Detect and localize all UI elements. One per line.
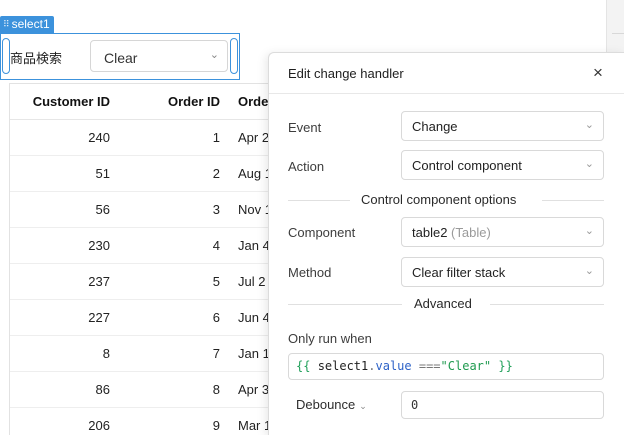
cell-customer-id: 227 xyxy=(88,310,110,325)
chevron-down-icon: ⌄ xyxy=(584,225,594,237)
resize-handle-right[interactable] xyxy=(230,38,238,74)
code-property: value xyxy=(375,359,412,373)
code-open-brace: {{ xyxy=(296,359,311,373)
cell-order-id: 9 xyxy=(212,418,220,433)
cell-order-id: 4 xyxy=(212,238,220,253)
advanced-section: Advanced xyxy=(288,296,604,312)
resize-handle-left[interactable] xyxy=(2,38,10,74)
chevron-down-icon: ⌄ xyxy=(359,401,367,411)
component-name: table2 xyxy=(412,225,448,240)
cell-customer-id: 8 xyxy=(102,346,110,361)
table-row[interactable]: 227 6 Jun 4 xyxy=(10,300,279,336)
only-run-when-input[interactable]: {{ select1.value ==="Clear" }} xyxy=(288,353,604,380)
component-select[interactable]: table2 (Table) ⌄ xyxy=(401,217,604,247)
cell-order-id: 6 xyxy=(212,310,220,325)
code-close-brace: }} xyxy=(498,359,513,373)
debounce-value: 0 xyxy=(411,398,419,412)
method-label: Method xyxy=(288,265,332,280)
select-field-label: 商品検索 xyxy=(10,51,63,66)
table-row[interactable]: 240 1 Apr 2 xyxy=(10,120,279,156)
select-value: Clear xyxy=(104,50,138,66)
component-value: table2 (Table) xyxy=(412,225,491,240)
modal-header: Edit change handler × xyxy=(269,53,624,94)
action-select[interactable]: Control component ⌄ xyxy=(401,150,604,180)
edit-handler-modal: Edit change handler × Event Change ⌄ Act… xyxy=(268,52,624,435)
code-operator: === xyxy=(418,359,441,373)
event-label: Event xyxy=(288,120,322,135)
product-search-select[interactable]: Clear ⌄ xyxy=(90,40,228,72)
cell-customer-id: 51 xyxy=(95,166,110,181)
component-name-label: select1 xyxy=(11,17,50,31)
chevron-down-icon: ⌄ xyxy=(209,49,219,61)
code-dot: . xyxy=(368,359,376,373)
action-label: Action xyxy=(288,159,325,174)
chevron-down-icon: ⌄ xyxy=(584,119,594,131)
table-row[interactable]: 237 5 Jul 2 xyxy=(10,264,279,300)
component-name-tag[interactable]: ⠿ select1 xyxy=(0,16,54,33)
cell-customer-id: 206 xyxy=(88,418,110,433)
debounce-input[interactable]: 0 xyxy=(401,391,604,419)
drag-grip-icon[interactable]: ⠿ xyxy=(3,16,10,33)
close-icon[interactable]: × xyxy=(593,64,603,81)
table-row[interactable]: 51 2 Aug 1 xyxy=(10,156,279,192)
cell-customer-id: 86 xyxy=(95,382,110,397)
cell-order-id: 2 xyxy=(212,166,220,181)
cell-customer-id: 240 xyxy=(88,130,110,145)
section-divider-left xyxy=(288,200,350,201)
panel-divider xyxy=(612,33,624,34)
event-select[interactable]: Change ⌄ xyxy=(401,111,604,141)
code-string: "Clear" xyxy=(440,359,492,373)
table-row[interactable]: 230 4 Jan 4 xyxy=(10,228,279,264)
section-divider-left xyxy=(288,304,402,305)
method-value: Clear filter stack xyxy=(412,265,506,280)
control-options-heading: Control component options xyxy=(361,192,517,207)
cell-order-id: 7 xyxy=(212,346,220,361)
control-options-section: Control component options xyxy=(288,192,604,208)
advanced-heading: Advanced xyxy=(414,296,472,311)
debounce-label: Debounce xyxy=(296,397,356,412)
event-value: Change xyxy=(412,119,458,134)
cell-customer-id: 237 xyxy=(88,274,110,289)
editor-canvas: ⠿ select1 商品検索 Clear ⌄ Customer ID Order… xyxy=(0,0,624,435)
method-select[interactable]: Clear filter stack ⌄ xyxy=(401,257,604,287)
section-divider-right xyxy=(490,304,604,305)
cell-order-id: 8 xyxy=(212,382,220,397)
section-divider-right xyxy=(542,200,604,201)
debounce-toggle[interactable]: Debounce ⌄ xyxy=(296,397,367,412)
chevron-down-icon: ⌄ xyxy=(584,265,594,277)
chevron-down-icon: ⌄ xyxy=(584,158,594,170)
component-type-hint: (Table) xyxy=(451,225,491,240)
table-row[interactable]: 56 3 Nov 1 xyxy=(10,192,279,228)
action-value: Control component xyxy=(412,158,522,173)
code-identifier: select1 xyxy=(317,359,369,373)
table-row[interactable]: 206 9 Mar 1 xyxy=(10,408,279,435)
cell-order-id: 3 xyxy=(212,202,220,217)
cell-order-id: 1 xyxy=(212,130,220,145)
cell-customer-id: 56 xyxy=(95,202,110,217)
orders-table: Customer ID Order ID Orde 240 1 Apr 2 51… xyxy=(9,83,279,435)
table-row[interactable]: 8 7 Jan 1 xyxy=(10,336,279,372)
cell-customer-id: 230 xyxy=(88,238,110,253)
column-header-order-id[interactable]: Order ID xyxy=(120,84,220,119)
cell-order-id: 5 xyxy=(212,274,220,289)
column-header-customer-id[interactable]: Customer ID xyxy=(10,84,110,119)
table-row[interactable]: 86 8 Apr 3 xyxy=(10,372,279,408)
component-label: Component xyxy=(288,225,356,240)
modal-title: Edit change handler xyxy=(288,66,404,81)
only-run-when-label: Only run when xyxy=(288,331,372,346)
